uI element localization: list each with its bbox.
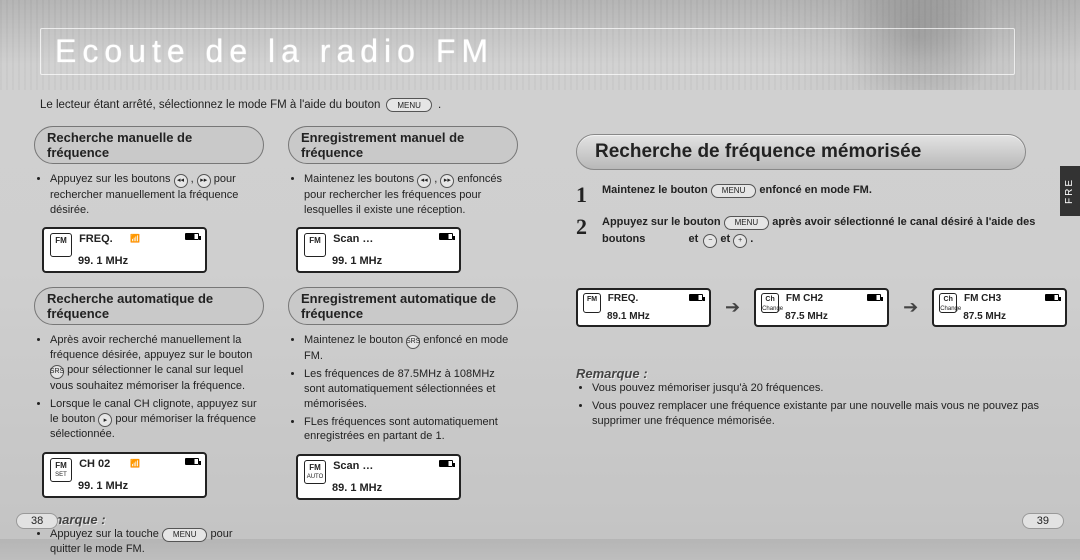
step-number: 2 [576, 214, 594, 240]
intro-text-after: . [438, 99, 441, 111]
bullet: Lorsque le canal CH clignote, appuyez su… [50, 397, 264, 442]
battery-icon [1045, 294, 1059, 301]
battery-icon [867, 294, 881, 301]
lcd-line1: FREQ. [608, 293, 639, 304]
menu-button-icon: MENU [724, 216, 770, 230]
remarque-right: Remarque : Vous pouvez mémoriser jusqu'à… [576, 360, 1046, 432]
lcd-mem-2: ChChange FM CH2 87.5 MHz [754, 288, 889, 327]
heading-enreg-auto: Enregistrement automatique de fréquence [288, 287, 518, 325]
next-icon: ▸▸ [197, 174, 211, 188]
antenna-icon: 📶 [130, 234, 140, 243]
text: enfoncé en mode FM. [759, 184, 871, 196]
lcd-ch-display: FMSET CH 02 📶 99. 1 MHz [42, 452, 207, 498]
heading-recherche-auto: Recherche automatique de fréquence [34, 287, 264, 325]
text: Maintenez les boutons [304, 173, 414, 185]
language-side-tab: FRE [1060, 166, 1080, 216]
lcd-line1: Scan … [333, 233, 373, 245]
battery-icon [185, 458, 199, 465]
antenna-icon: 📶 [130, 459, 140, 468]
text: et [688, 231, 698, 248]
fm-chip: FM [583, 293, 601, 313]
bullet: FLes fréquences sont automatiquement enr… [304, 415, 518, 445]
menu-button-icon: MENU [386, 98, 432, 112]
fm-chip: FM [50, 233, 72, 257]
prev-icon: ◂◂ [417, 174, 431, 188]
column-manual-search: Recherche manuelle de fréquence Appuyez … [34, 126, 264, 560]
lcd-line2: 87.5 MHz [963, 311, 1059, 322]
column-recording: Enregistrement manuel de fréquence Maint… [288, 126, 518, 514]
text: Appuyez sur les boutons [50, 173, 170, 185]
step-number: 1 [576, 182, 594, 208]
heading-recherche-manuelle: Recherche manuelle de fréquence [34, 126, 264, 164]
lcd-freq-display: FM FREQ. 📶 99. 1 MHz [42, 227, 207, 273]
text: Appuyez sur le bouton [602, 216, 721, 228]
srs-icon: SRS [50, 365, 64, 379]
fm-chip: ChChange [761, 293, 779, 313]
text: , [434, 173, 437, 185]
prev-icon: ◂◂ [174, 174, 188, 188]
text: Appuyez sur la touche [50, 528, 159, 540]
lcd-scan-display: FM Scan … 99. 1 MHz [296, 227, 461, 273]
step-2: 2 Appuyez sur le bouton MENU après avoir… [576, 214, 1036, 248]
lcd-line1: FM CH3 [964, 293, 1001, 304]
lcd-mem-3: ChChange FM CH3 87.5 MHz [932, 288, 1067, 327]
intro-line: Le lecteur étant arrêté, sélectionnez le… [40, 98, 441, 112]
bullet: Vous pouvez remplacer une fréquence exis… [592, 399, 1046, 429]
lcd-line2: 87.5 MHz [785, 311, 881, 322]
battery-icon [439, 460, 453, 467]
bullet: Les fréquences de 87.5MHz à 108MHz sont … [304, 367, 518, 412]
lcd-line1: FM CH2 [786, 293, 823, 304]
lcd-arrow-row: FM FREQ. 89.1 MHz ➔ ChChange FM CH2 87.5… [576, 288, 1067, 327]
lcd-scan-auto-display: FMAUTO Scan … 89. 1 MHz [296, 454, 461, 500]
lcd-line2: 89. 1 MHz [332, 482, 451, 494]
bullet: Vous pouvez mémoriser jusqu'à 20 fréquen… [592, 381, 1046, 396]
fm-chip: ChChange [939, 293, 957, 313]
page-title: Ecoute de la radio FM [40, 28, 1015, 75]
play-icon: ▸ [98, 413, 112, 427]
bullet: Maintenez les boutons ◂◂ , ▸▸ enfoncés p… [304, 172, 518, 217]
text: pour sélectionner le canal sur lequel vo… [50, 364, 245, 392]
page-number-left: 38 [16, 513, 58, 529]
lcd-line1: FREQ. [79, 233, 113, 245]
srs-icon: SRS [406, 335, 420, 349]
fm-chip: FM [304, 233, 326, 257]
steps-block: 1 Maintenez le bouton MENU enfoncé en mo… [576, 182, 1036, 254]
lcd-line2: 89.1 MHz [607, 311, 703, 322]
intro-text: Le lecteur étant arrêté, sélectionnez le… [40, 99, 380, 111]
battery-icon [439, 233, 453, 240]
text: . [750, 233, 753, 245]
arrow-right-icon: ➔ [903, 297, 918, 318]
plus-icon: + [733, 234, 747, 248]
fm-chip: FMAUTO [304, 460, 326, 484]
battery-icon [185, 233, 199, 240]
heading-enreg-manuel: Enregistrement manuel de fréquence [288, 126, 518, 164]
next-icon: ▸▸ [440, 174, 454, 188]
menu-button-icon: MENU [711, 184, 757, 198]
lcd-line1: CH 02 [79, 458, 110, 470]
remarque-label: Remarque : [34, 512, 264, 527]
text: Maintenez le bouton [304, 334, 403, 346]
bullet: Appuyez sur les boutons ◂◂ , ▸▸ pour rec… [50, 172, 264, 217]
lcd-line2: 99. 1 MHz [78, 255, 197, 267]
bullet: Après avoir recherché manuellement la fr… [50, 333, 264, 393]
lcd-mem-1: FM FREQ. 89.1 MHz [576, 288, 711, 327]
lcd-line2: 99. 1 MHz [78, 480, 197, 492]
bullet: Appuyez sur la touche MENU pour quitter … [50, 527, 264, 557]
fm-chip: FMSET [50, 458, 72, 482]
lcd-line2: 99. 1 MHz [332, 255, 451, 267]
step-1: 1 Maintenez le bouton MENU enfoncé en mo… [576, 182, 1036, 208]
text: , [191, 173, 194, 185]
battery-icon [689, 294, 703, 301]
text: Maintenez le bouton [602, 184, 708, 196]
remarque-label: Remarque : [576, 366, 1046, 381]
page-number-right: 39 [1022, 513, 1064, 529]
lcd-line1: Scan … [333, 460, 373, 472]
text: Après avoir recherché manuellement la fr… [50, 334, 252, 361]
minus-icon: − [703, 234, 717, 248]
heading-recherche-memorisee: Recherche de fréquence mémorisée [576, 134, 1026, 170]
text: et [720, 233, 730, 245]
arrow-right-icon: ➔ [725, 297, 740, 318]
menu-button-icon: MENU [162, 528, 208, 542]
bullet: Maintenez le bouton SRS enfoncé en mode … [304, 333, 518, 364]
